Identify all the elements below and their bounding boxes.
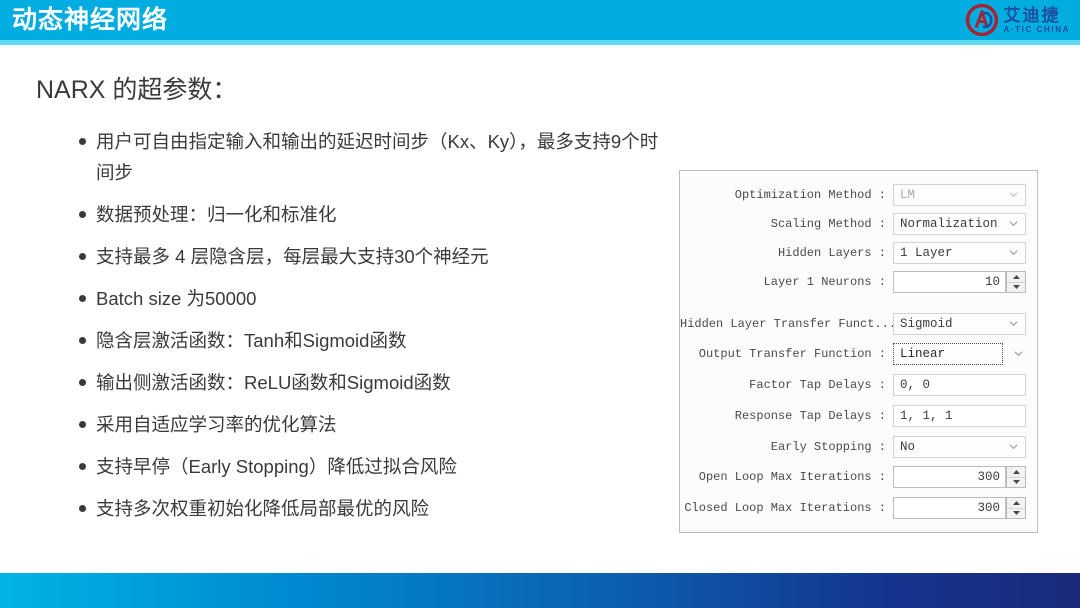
label-closed-loop-max-iterations: Closed Loop Max Iterations : (684, 501, 886, 515)
closed-loop-max-iterations-stepper[interactable]: 300 (893, 497, 1026, 519)
header-underline (0, 40, 1080, 45)
label-hidden-layers: Hidden Layers : (777, 246, 886, 260)
form-row-output-transfer-function: Output Transfer Function : Linear (680, 343, 1037, 365)
form-row-optimization-method: Optimization Method : LM (680, 184, 1037, 206)
label-open-loop-max-iterations: Open Loop Max Iterations : (698, 470, 886, 484)
narx-settings-panel: Optimization Method : LM Scaling Method … (679, 170, 1038, 533)
form-row-closed-loop-max-iterations: Closed Loop Max Iterations : 300 (680, 497, 1037, 519)
form-row-hidden-layers: Hidden Layers : 1 Layer (680, 242, 1037, 264)
form-row-hidden-transfer-function: Hidden Layer Transfer Funct... Sigmoid (680, 313, 1037, 335)
slide-title: NARX 的超参数： (36, 76, 238, 104)
chevron-down-icon (1009, 248, 1018, 257)
list-item: 支持最多 4 层隐含层，每层最大支持30个神经元 (78, 241, 668, 272)
list-item: 用户可自由指定输入和输出的延迟时间步（Kx、Ky），最多支持9个时间步 (78, 126, 668, 188)
label-scaling-method: Scaling Method : (770, 217, 886, 231)
label-factor-tap-delays: Factor Tap Delays : (749, 378, 886, 392)
early-stopping-value: No (900, 440, 916, 454)
logo-monogram-icon (965, 3, 998, 37)
chevron-down-icon (1009, 319, 1018, 328)
hidden-transfer-function-value: Sigmoid (900, 317, 953, 331)
page-title: 动态神经网络 (12, 6, 169, 34)
form-row-open-loop-max-iterations: Open Loop Max Iterations : 300 (680, 466, 1037, 488)
open-loop-max-iterations-value[interactable]: 300 (893, 466, 1006, 488)
optimization-method-value: LM (900, 188, 916, 202)
logo-name-cn: 艾迪捷 (1003, 5, 1061, 25)
early-stopping-select[interactable]: No (893, 436, 1026, 458)
hidden-layers-select[interactable]: 1 Layer (893, 242, 1026, 264)
form-row-early-stopping: Early Stopping : No (680, 436, 1037, 458)
optimization-method-select[interactable]: LM (893, 184, 1026, 206)
closed-loop-spin-buttons (1006, 497, 1026, 519)
output-transfer-function-select[interactable]: Linear (893, 343, 1026, 365)
list-item: Batch size 为50000 (78, 283, 668, 314)
logo-name-en: A·TIC CHINA (1003, 24, 1070, 34)
spinner-down-icon[interactable] (1007, 509, 1025, 519)
chevron-down-icon (1014, 349, 1023, 358)
layer1-neurons-stepper[interactable]: 10 (893, 271, 1026, 293)
hidden-layers-value: 1 Layer (900, 246, 953, 260)
list-item: 支持早停（Early Stopping）降低过拟合风险 (78, 451, 668, 482)
label-optimization-method: Optimization Method : (734, 188, 886, 202)
label-layer1-neurons: Layer 1 Neurons : (763, 275, 886, 289)
logo-wordmark: 艾迪捷 A·TIC CHINA (1004, 7, 1070, 34)
spinner-down-icon[interactable] (1007, 283, 1025, 293)
list-item: 采用自适应学习率的优化算法 (78, 409, 668, 440)
label-early-stopping: Early Stopping : (770, 440, 886, 454)
open-loop-spin-buttons (1006, 466, 1026, 488)
list-item: 支持多次权重初始化降低局部最优的风险 (78, 493, 668, 524)
spinner-up-icon[interactable] (1007, 272, 1025, 283)
bullet-list: 用户可自由指定输入和输出的延迟时间步（Kx、Ky），最多支持9个时间步 数据预处… (78, 126, 668, 524)
list-item: 隐含层激活函数：Tanh和Sigmoid函数 (78, 325, 668, 356)
footer-gradient-bar (0, 573, 1080, 608)
layer1-neurons-spin-buttons (1006, 271, 1026, 293)
chevron-down-icon (1009, 219, 1018, 228)
chevron-down-icon (1009, 190, 1018, 199)
form-row-factor-tap-delays: Factor Tap Delays : 0, 0 (680, 374, 1037, 396)
scaling-method-value: Normalization (900, 217, 998, 231)
hidden-transfer-function-select[interactable]: Sigmoid (893, 313, 1026, 335)
label-response-tap-delays: Response Tap Delays : (734, 409, 886, 423)
form-row-response-tap-delays: Response Tap Delays : 1, 1, 1 (680, 405, 1037, 427)
spinner-down-icon[interactable] (1007, 478, 1025, 488)
layer1-neurons-value[interactable]: 10 (893, 271, 1006, 293)
output-transfer-function-value: Linear (893, 343, 1003, 365)
brand-logo: 艾迪捷 A·TIC CHINA (965, 3, 1070, 37)
open-loop-max-iterations-stepper[interactable]: 300 (893, 466, 1026, 488)
list-item: 数据预处理：归一化和标准化 (78, 199, 668, 230)
label-output-transfer-function: Output Transfer Function : (698, 347, 886, 361)
spinner-up-icon[interactable] (1007, 467, 1025, 478)
spinner-up-icon[interactable] (1007, 498, 1025, 509)
response-tap-delays-input[interactable]: 1, 1, 1 (893, 405, 1026, 427)
chevron-down-icon (1009, 442, 1018, 451)
factor-tap-delays-input[interactable]: 0, 0 (893, 374, 1026, 396)
scaling-method-select[interactable]: Normalization (893, 213, 1026, 235)
form-row-scaling-method: Scaling Method : Normalization (680, 213, 1037, 235)
label-hidden-transfer-function: Hidden Layer Transfer Funct... (680, 317, 893, 331)
form-row-layer1-neurons: Layer 1 Neurons : 10 (680, 271, 1037, 293)
list-item: 输出侧激活函数：ReLU函数和Sigmoid函数 (78, 367, 668, 398)
closed-loop-max-iterations-value[interactable]: 300 (893, 497, 1006, 519)
